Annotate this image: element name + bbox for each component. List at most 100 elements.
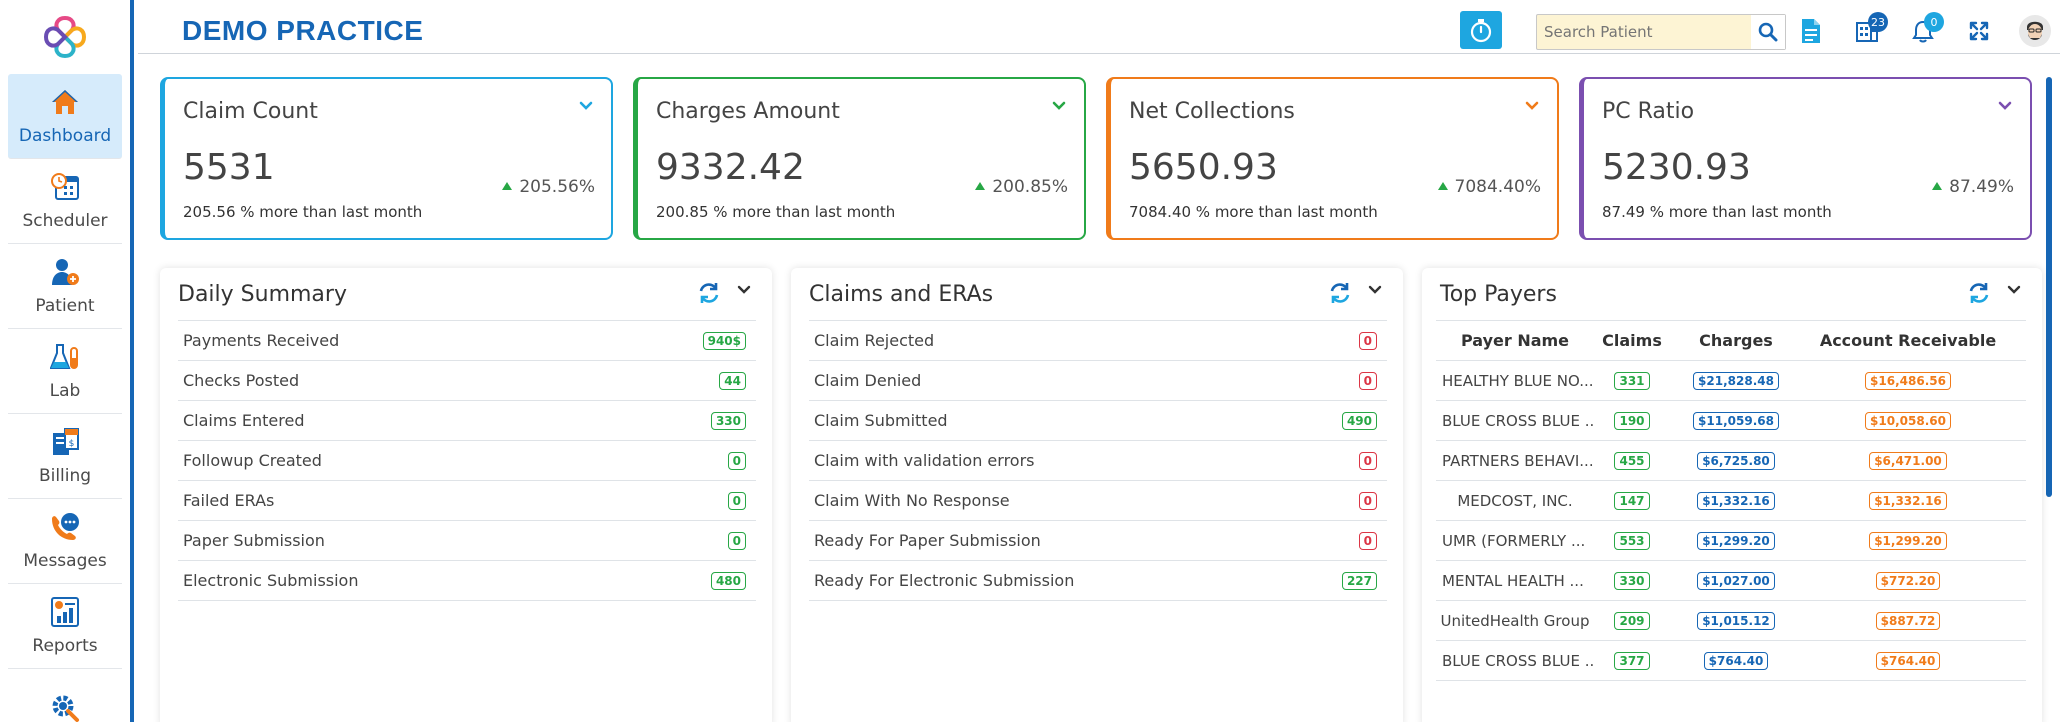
document-icon (1802, 19, 1820, 43)
list-item[interactable]: Claim Rejected 0 (809, 321, 1387, 361)
claims-badge: 190 (1614, 412, 1650, 430)
chevron-down-icon[interactable] (577, 97, 595, 115)
list-item[interactable]: Failed ERAs 0 (178, 481, 756, 521)
sidebar-item-lab[interactable]: Lab (8, 329, 122, 414)
chevron-down-icon[interactable] (1523, 97, 1541, 115)
table-row[interactable]: UnitedHealth Group 209 $1,015.12 $887.72 (1436, 601, 2026, 641)
payer-name: MEDCOST, INC. (1457, 491, 1573, 510)
list-item[interactable]: Payments Received 940$ (178, 321, 756, 361)
logo-icon (43, 15, 87, 59)
chevron-down-icon[interactable] (1996, 97, 2014, 115)
charges-badge: $6,725.80 (1697, 452, 1775, 470)
sidebar-item-billing[interactable]: $ Billing (8, 414, 122, 499)
claims-badge: 147 (1614, 492, 1650, 510)
count-badge: 0 (727, 451, 746, 470)
app-logo[interactable] (0, 0, 130, 74)
calendar-clock-icon (49, 171, 81, 203)
search-button[interactable] (1751, 15, 1785, 49)
table-row[interactable]: UMR (FORMERLY ... 553 $1,299.20 $1,299.2… (1436, 521, 2026, 561)
chevron-down-icon[interactable] (734, 280, 754, 300)
table-row[interactable]: PARTNERS BEHAVI... 455 $6,725.80 $6,471.… (1436, 441, 2026, 481)
stat-card-pc-ratio[interactable]: PC Ratio 5230.93 87.49% 87.49 % more tha… (1579, 77, 2032, 240)
ar-badge: $10,058.60 (1865, 412, 1951, 430)
home-icon (49, 86, 81, 118)
stat-card-charges-amount[interactable]: Charges Amount 9332.42 200.85% 200.85 % … (633, 77, 1086, 240)
stat-card-net-collections[interactable]: Net Collections 5650.93 7084.40% 7084.40… (1106, 77, 1559, 240)
refresh-icon[interactable] (1327, 280, 1353, 306)
refresh-icon[interactable] (1966, 280, 1992, 306)
chevron-down-icon[interactable] (1365, 280, 1385, 300)
table-row[interactable]: MENTAL HEALTH ... 330 $1,027.00 $772.20 (1436, 561, 2026, 601)
count-badge: 44 (719, 371, 746, 390)
sidebar: Dashboard Scheduler Patient Lab $ Billin… (0, 0, 134, 722)
document-button[interactable] (1794, 14, 1828, 48)
list-item[interactable]: Paper Submission 0 (178, 521, 756, 561)
top-header: DEMO PRACTICE 23 0 (138, 0, 2060, 54)
sidebar-item-settings[interactable] (8, 669, 122, 722)
notification-badge: 0 (1924, 12, 1944, 32)
claims-badge: 331 (1614, 372, 1650, 390)
column-header[interactable]: Payer Name (1436, 331, 1594, 350)
column-header[interactable]: Charges (1670, 331, 1802, 350)
timer-button[interactable] (1460, 11, 1502, 49)
column-header[interactable]: Account Receivable (1802, 331, 2014, 350)
count-badge: 480 (710, 571, 746, 590)
count-badge: 330 (710, 411, 746, 430)
list-item[interactable]: Followup Created 0 (178, 441, 756, 481)
sidebar-item-patient[interactable]: Patient (8, 244, 122, 329)
stat-title: Charges Amount (656, 99, 840, 124)
chevron-down-icon[interactable] (2004, 280, 2024, 300)
panel-title: Claims and ERAs (809, 282, 994, 307)
claims-eras-panel: Claims and ERAs Claim Rejected 0 Claim De… (791, 268, 1403, 722)
table-row[interactable]: MEDCOST, INC. 147 $1,332.16 $1,332.16 (1436, 481, 2026, 521)
count-badge: 0 (727, 531, 746, 550)
charges-badge: $1,027.00 (1697, 572, 1775, 590)
fullscreen-button[interactable] (1962, 14, 1996, 48)
user-avatar[interactable] (2018, 14, 2052, 48)
list-item[interactable]: Claim Denied 0 (809, 361, 1387, 401)
stat-value: 5531 (183, 147, 275, 188)
list-item[interactable]: Electronic Submission 480 (178, 561, 756, 601)
charges-badge: $1,015.12 (1697, 612, 1775, 630)
list-item[interactable]: Claim Submitted 490 (809, 401, 1387, 441)
row-label: Claims Entered (183, 411, 305, 430)
sidebar-item-messages[interactable]: Messages (8, 499, 122, 584)
sidebar-item-reports[interactable]: Reports (8, 584, 122, 669)
table-row[interactable]: BLUE CROSS BLUE ... 377 $764.40 $764.40 (1436, 641, 2026, 681)
settings-gear-icon (49, 692, 81, 722)
column-header[interactable]: Claims (1594, 331, 1670, 350)
count-badge: 0 (727, 491, 746, 510)
search-icon (1758, 22, 1778, 42)
refresh-icon[interactable] (696, 280, 722, 306)
messages-icon (49, 511, 81, 543)
table-row[interactable]: HEALTHY BLUE NO... 331 $21,828.48 $16,48… (1436, 361, 2026, 401)
charges-badge: $1,332.16 (1697, 492, 1775, 510)
payer-name: HEALTHY BLUE NO... (1442, 371, 1594, 390)
panel-title: Top Payers (1440, 282, 1557, 307)
charges-badge: $764.40 (1703, 652, 1769, 670)
sidebar-item-label: Scheduler (22, 211, 108, 231)
trend-up-icon (975, 182, 986, 190)
billing-icon: $ (49, 426, 81, 458)
chevron-down-icon[interactable] (1050, 97, 1068, 115)
trend-up-icon (1932, 182, 1943, 190)
sidebar-item-dashboard[interactable]: Dashboard (8, 74, 122, 159)
list-item[interactable]: Claim with validation errors 0 (809, 441, 1387, 481)
search-input[interactable] (1537, 15, 1751, 49)
ar-badge: $16,486.56 (1865, 372, 1951, 390)
sidebar-item-scheduler[interactable]: Scheduler (8, 159, 122, 244)
row-label: Ready For Paper Submission (814, 531, 1041, 550)
ar-badge: $772.20 (1875, 572, 1941, 590)
row-label: Claim Submitted (814, 411, 948, 430)
list-item[interactable]: Checks Posted 44 (178, 361, 756, 401)
list-item[interactable]: Claims Entered 330 (178, 401, 756, 441)
list-item[interactable]: Claim With No Response 0 (809, 481, 1387, 521)
list-item[interactable]: Ready For Paper Submission 0 (809, 521, 1387, 561)
page-scrollbar[interactable] (2046, 77, 2052, 497)
table-row[interactable]: BLUE CROSS BLUE ... 190 $11,059.68 $10,0… (1436, 401, 2026, 441)
payer-name: BLUE CROSS BLUE ... (1442, 411, 1594, 430)
list-item[interactable]: Ready For Electronic Submission 227 (809, 561, 1387, 601)
stat-card-claim-count[interactable]: Claim Count 5531 205.56% 205.56 % more t… (160, 77, 613, 240)
notifications-button[interactable]: 0 (1906, 12, 1944, 48)
facility-button[interactable]: 23 (1850, 12, 1888, 48)
